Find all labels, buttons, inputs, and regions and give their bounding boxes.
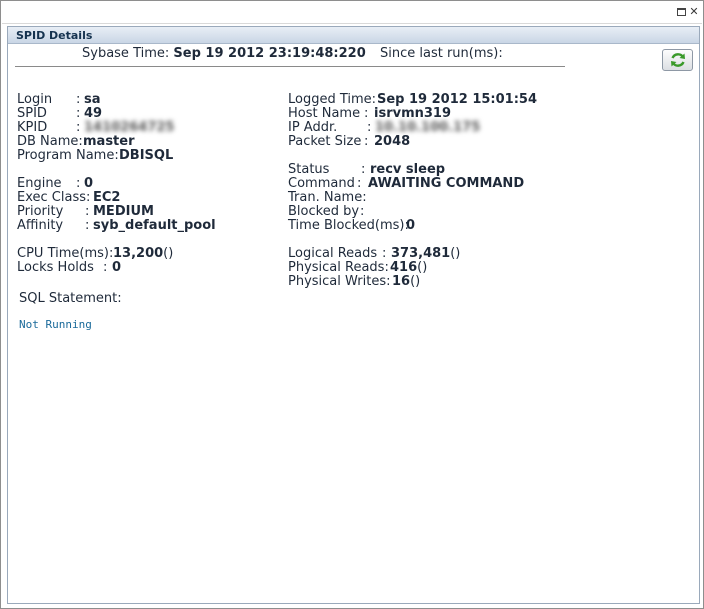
spid-details-panel: SPID Details Sybase Time: Sep 19 2012 23… — [7, 26, 700, 604]
maximize-icon[interactable] — [675, 6, 687, 18]
physical-reads-value: 416 — [390, 260, 418, 275]
panel-title: SPID Details — [8, 27, 699, 44]
locks-holds-value: 0 — [112, 260, 122, 275]
refresh-button[interactable] — [662, 49, 693, 71]
ip-addr-value: 10.10.100.175 — [375, 120, 481, 135]
window-frame: ✕ SPID Details Sybase Time: Sep 19 2012 … — [0, 0, 704, 609]
engine-value: 0 — [84, 176, 94, 191]
cpu-time-value: 13,200 — [113, 246, 164, 261]
divider — [15, 66, 565, 67]
window-titlebar: ✕ — [2, 2, 702, 24]
since-last-run-label: Since last run(ms): — [380, 46, 503, 61]
login-value: sa — [84, 92, 101, 107]
kpid-value: 1410264725 — [84, 120, 175, 135]
status-value: recv sleep — [370, 162, 446, 177]
db-name-value: master — [83, 134, 135, 149]
sybase-time-label: Sybase Time: — [82, 46, 170, 61]
close-icon[interactable]: ✕ — [688, 6, 700, 18]
program-name-value: DBISQL — [119, 148, 174, 163]
logical-reads-value: 373,481 — [391, 246, 451, 261]
physical-writes-value: 16 — [392, 274, 411, 289]
command-value: AWAITING COMMAND — [368, 176, 525, 191]
priority-value: MEDIUM — [93, 204, 154, 219]
logged-time-value: Sep 19 2012 15:01:54 — [377, 92, 538, 107]
spid-value: 49 — [84, 106, 103, 121]
sql-statement-label: SQL Statement: — [19, 291, 122, 306]
refresh-icon — [670, 53, 685, 67]
exec-class-value: EC2 — [93, 190, 121, 205]
sybase-time: Sybase Time: Sep 19 2012 23:19:48:220 — [82, 46, 366, 61]
host-name-value: isrvmn319 — [374, 106, 452, 121]
packet-size-value: 2048 — [374, 134, 411, 149]
affinity-value: syb_default_pool — [93, 218, 216, 233]
sybase-time-value: Sep 19 2012 23:19:48:220 — [173, 46, 366, 61]
time-blocked-value: 0 — [406, 218, 416, 233]
sql-statement-text: Not Running — [19, 318, 92, 331]
